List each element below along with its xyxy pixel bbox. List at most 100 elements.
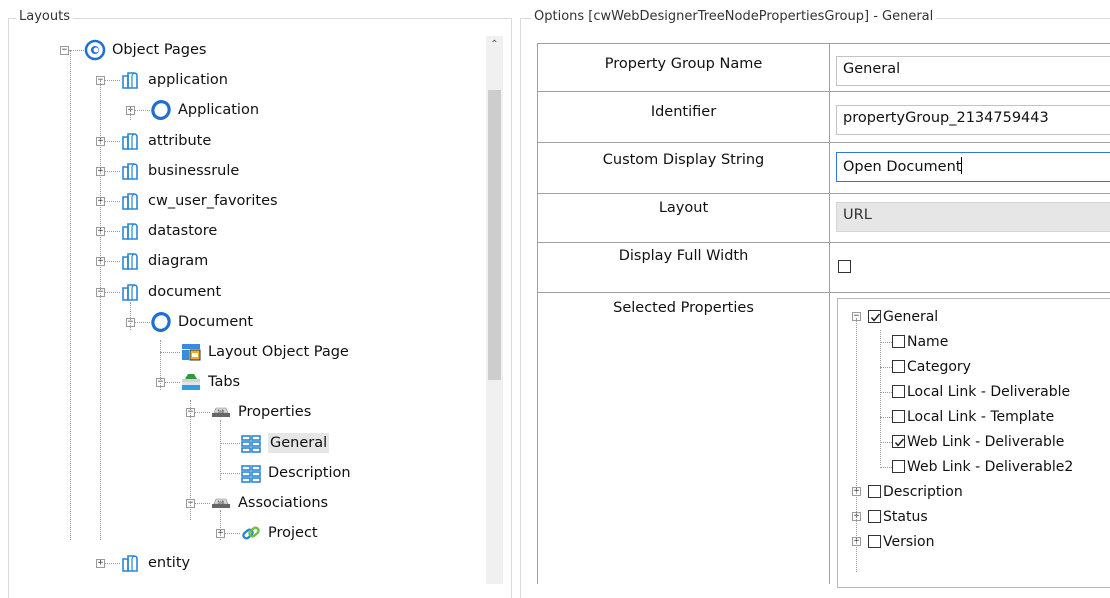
expand-icon[interactable]: + <box>96 559 105 569</box>
grid-line <box>537 242 1110 243</box>
tree-node-label[interactable]: attribute <box>148 131 211 151</box>
association-link-icon <box>240 522 262 544</box>
tree-connector <box>880 417 892 418</box>
tree-trunk-line <box>100 80 101 540</box>
object-folder-icon <box>120 190 142 212</box>
tree-node-label[interactable]: Description <box>268 463 351 483</box>
grid-line <box>537 292 1110 293</box>
object-folder-icon <box>120 160 142 182</box>
tree-node-label[interactable]: General <box>268 432 330 453</box>
property-checkbox[interactable] <box>892 360 905 373</box>
property-checkbox-label[interactable]: Name <box>907 332 948 352</box>
tree-node-label[interactable]: Layout Object Page <box>208 342 349 362</box>
property-group-icon <box>240 462 262 484</box>
tree-node-label[interactable]: businessrule <box>148 161 239 181</box>
tree-node-label[interactable]: datastore <box>148 221 217 241</box>
tree-trunk-line <box>880 330 881 465</box>
property-checkbox-label[interactable]: Web Link - Deliverable2 <box>907 457 1073 477</box>
tree-connector <box>220 442 240 444</box>
scroll-up-arrow-icon[interactable]: ⌃ <box>486 36 503 53</box>
grid-line <box>537 43 1110 44</box>
tree-trunk-line <box>190 400 191 520</box>
object-folder-icon <box>120 250 142 272</box>
property-checkbox[interactable] <box>868 485 881 498</box>
text-caret <box>961 157 963 174</box>
property-checkbox[interactable] <box>868 310 881 323</box>
selected-properties-label: Selected Properties <box>613 300 754 316</box>
grid-line <box>537 142 1110 143</box>
tab-icon: tab <box>210 401 232 423</box>
property-checkbox-label[interactable]: Web Link - Deliverable <box>907 432 1064 452</box>
identifier-label: Identifier <box>650 104 717 120</box>
property-checkbox-label[interactable]: General <box>883 307 938 327</box>
tree-trunk-line <box>160 340 161 390</box>
tree-connector <box>220 472 240 474</box>
tree-node-label[interactable]: Object Pages <box>112 40 207 60</box>
display-full-width-checkbox[interactable] <box>838 260 851 273</box>
tree-node-label[interactable]: application <box>148 70 228 90</box>
tree-node-label[interactable]: document <box>148 282 221 302</box>
layout-field[interactable]: URL <box>836 202 1110 232</box>
tree-connector <box>880 442 892 443</box>
tree-node-label[interactable]: Associations <box>238 493 328 513</box>
tree-trunk-line <box>220 510 221 540</box>
grid-line <box>537 193 1110 194</box>
collapse-icon[interactable]: − <box>60 46 69 55</box>
property-checkbox[interactable] <box>868 510 881 523</box>
property-group-name-field[interactable]: General <box>836 56 1110 86</box>
object-folder-icon <box>120 69 142 91</box>
property-group-icon <box>240 432 262 454</box>
property-checkbox[interactable] <box>892 460 905 473</box>
property-checkbox-label[interactable]: Version <box>883 532 934 552</box>
tree-connector <box>880 342 892 343</box>
tree-scrollbar[interactable]: ⌃ <box>486 36 503 584</box>
tree-node-label[interactable]: Project <box>268 523 318 543</box>
tree-trunk-line <box>220 420 221 480</box>
tree-connector <box>880 392 892 393</box>
tree-connector <box>880 467 892 468</box>
property-checkbox[interactable] <box>892 410 905 423</box>
layout-label: Layout <box>658 200 709 216</box>
object-pages-icon <box>84 39 106 61</box>
tabs-icon <box>180 371 202 393</box>
layout-page-icon <box>180 341 202 363</box>
tree-node-label[interactable]: Properties <box>238 402 311 422</box>
tree-node-label[interactable]: Tabs <box>208 372 240 392</box>
tree-connector <box>160 352 180 353</box>
custom-display-string-value: Open Document <box>843 159 962 175</box>
property-checkbox[interactable] <box>892 435 905 448</box>
tree-connector <box>880 367 892 368</box>
object-folder-icon <box>120 220 142 242</box>
object-folder-icon <box>120 552 142 574</box>
property-checkbox[interactable] <box>892 335 905 348</box>
property-checkbox[interactable] <box>892 385 905 398</box>
property-checkbox-label[interactable]: Local Link - Template <box>907 407 1054 427</box>
tree-node-label[interactable]: diagram <box>148 251 208 271</box>
tab-icon: tab <box>210 492 232 514</box>
property-checkbox-label[interactable]: Category <box>907 357 971 377</box>
tree-node-label[interactable]: cw_user_favorites <box>148 191 278 211</box>
property-checkbox[interactable] <box>868 535 881 548</box>
tree-trunk-line <box>130 108 131 120</box>
scroll-thumb[interactable] <box>488 90 501 380</box>
custom-display-string-label: Custom Display String <box>602 152 765 168</box>
tree-node-label[interactable]: Document <box>178 312 253 332</box>
property-checkbox-label[interactable]: Local Link - Deliverable <box>907 382 1070 402</box>
display-full-width-label: Display Full Width <box>618 248 749 264</box>
property-checkbox-label[interactable]: Status <box>883 507 928 527</box>
object-ring-icon <box>150 99 172 121</box>
grid-line <box>829 43 830 584</box>
tree-trunk-line <box>130 302 131 330</box>
tree-trunk-line <box>856 318 857 572</box>
property-group-name-label: Property Group Name <box>604 56 763 72</box>
grid-line <box>537 91 1110 92</box>
tree-node-label[interactable]: entity <box>148 553 190 573</box>
identifier-field[interactable]: propertyGroup_2134759443 <box>836 105 1110 135</box>
custom-display-string-field[interactable]: Open Document <box>836 152 1110 182</box>
object-ring-icon <box>150 311 172 333</box>
options-group-title: Options [cwWebDesignerTreeNodeProperties… <box>531 9 937 25</box>
tree-node-label[interactable]: Application <box>178 100 259 120</box>
property-checkbox-label[interactable]: Description <box>883 482 963 502</box>
object-folder-icon <box>120 130 142 152</box>
svg-text:tab: tab <box>218 500 225 505</box>
